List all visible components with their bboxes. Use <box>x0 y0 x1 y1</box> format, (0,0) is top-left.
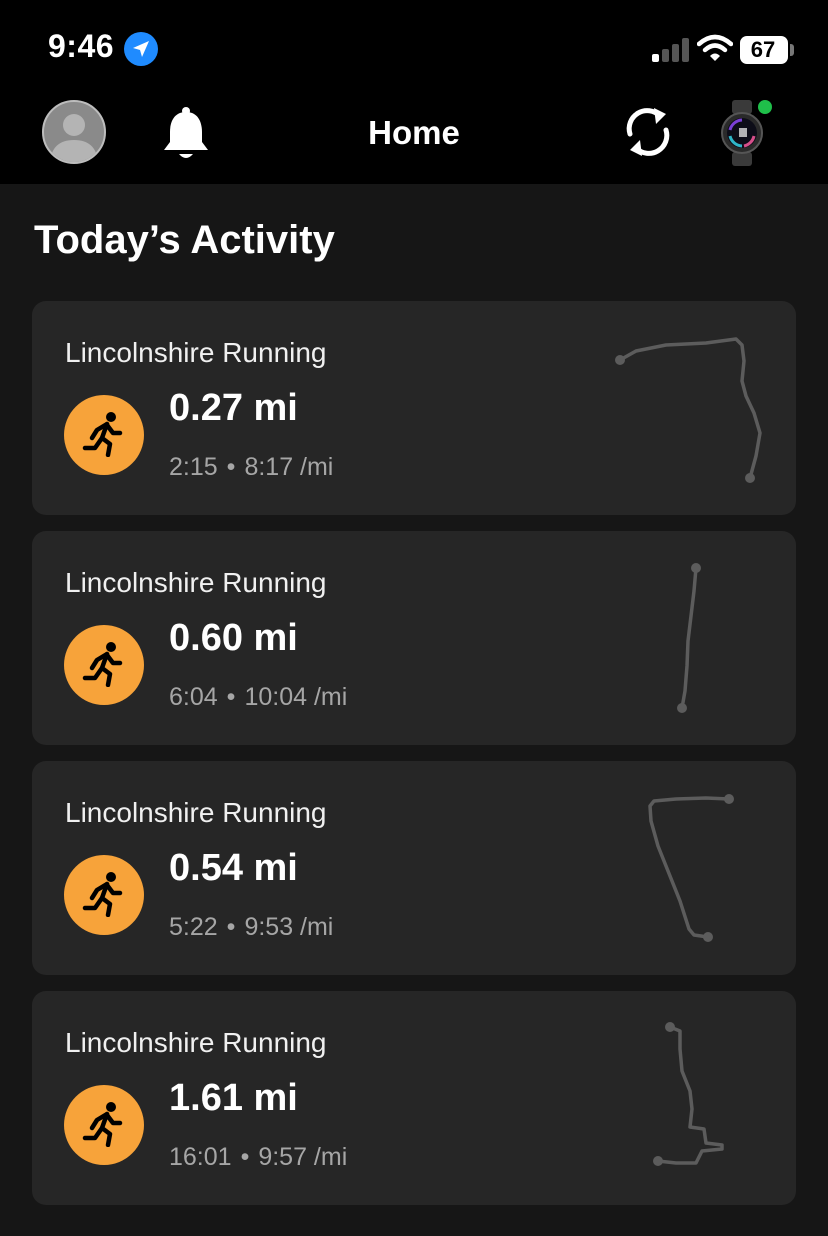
running-icon <box>64 395 144 475</box>
activity-duration: 5:22 <box>169 913 218 941</box>
activity-duration: 6:04 <box>169 683 218 711</box>
status-time: 9:46 <box>48 28 115 64</box>
page-title: Home <box>368 114 460 151</box>
activity-pace: 9:57 /mi <box>258 1143 348 1171</box>
activity-name: Lincolnshire Running <box>65 567 327 598</box>
watch-connected-indicator <box>758 100 772 114</box>
activity-distance: 0.27 mi <box>169 387 298 429</box>
watch-icon[interactable] <box>720 100 764 166</box>
battery-level: 67 <box>750 37 776 62</box>
status-bar: 9:46 67 <box>0 0 828 96</box>
activity-card[interactable]: Lincolnshire Running 1.61 mi 16:01 • 9:57 … <box>32 991 796 1205</box>
activity-card[interactable]: Lincolnshire Running 0.54 mi 5:22 • 9:53 /… <box>32 761 796 975</box>
activity-duration: 16:01 <box>169 1143 232 1171</box>
running-icon <box>64 625 144 705</box>
wifi-icon <box>697 34 733 61</box>
activity-card[interactable]: Lincolnshire Running 0.60 mi 6:04 • 10:04 … <box>32 531 796 745</box>
activity-duration: 2:15 <box>169 453 218 481</box>
route-map-icon <box>615 337 762 483</box>
activity-pace: 8:17 /mi <box>244 453 334 481</box>
activity-distance: 0.54 mi <box>169 847 298 889</box>
activity-stats: 5:22 • 9:53 /mi <box>169 913 334 941</box>
activity-stats: 16:01 • 9:57 /mi <box>169 1143 348 1171</box>
activity-name: Lincolnshire Running <box>65 797 327 828</box>
route-map-icon <box>648 794 734 942</box>
cellular-signal-icon <box>652 38 689 62</box>
activity-pace: 9:53 /mi <box>244 913 334 941</box>
activity-stats: 2:15 • 8:17 /mi <box>169 453 334 481</box>
section-title: Today’s Activity <box>34 218 335 262</box>
location-arrow-icon <box>124 32 158 66</box>
sync-icon[interactable] <box>620 100 676 164</box>
activity-name: Lincolnshire Running <box>65 337 327 368</box>
battery-tip <box>790 44 794 56</box>
route-map-icon <box>653 1022 724 1166</box>
battery-icon: 67 <box>740 36 788 64</box>
running-icon <box>64 855 144 935</box>
activity-stats: 6:04 • 10:04 /mi <box>169 683 348 711</box>
activity-distance: 1.61 mi <box>169 1077 298 1119</box>
activity-pace: 10:04 /mi <box>244 683 348 711</box>
activity-card[interactable]: Lincolnshire Running 0.27 mi 2:15 • 8:17 /… <box>32 301 796 515</box>
running-icon <box>64 1085 144 1165</box>
nav-bar: Home <box>0 96 828 184</box>
activity-distance: 0.60 mi <box>169 617 298 659</box>
route-map-icon <box>677 563 701 713</box>
activity-name: Lincolnshire Running <box>65 1027 327 1058</box>
